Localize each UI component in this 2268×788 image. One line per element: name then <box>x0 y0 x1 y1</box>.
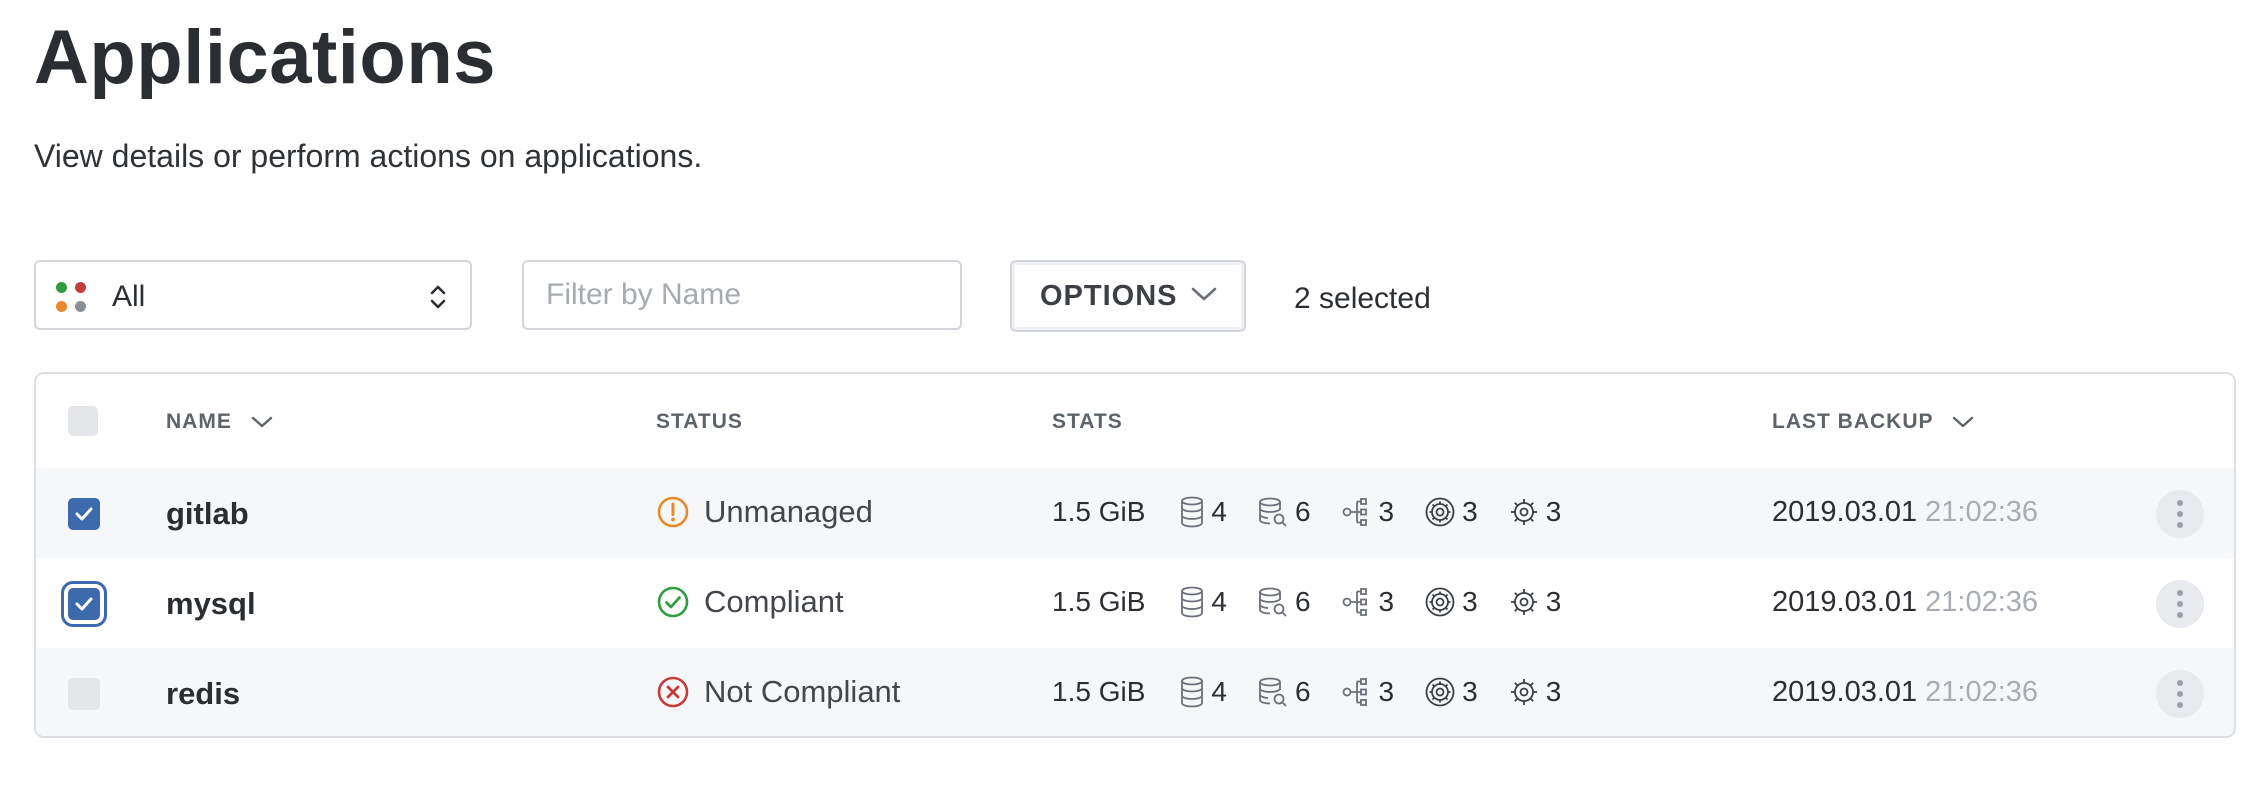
database-icon <box>1181 496 1204 528</box>
status-cell: Not Compliant <box>656 674 900 710</box>
page-subtitle: View details or perform actions on appli… <box>34 138 703 174</box>
snapshots-stat: 6 <box>1257 676 1311 708</box>
gear-circle-icon <box>1425 677 1455 707</box>
gear-icon <box>1510 679 1537 705</box>
pods-stat: 3 <box>1341 586 1394 618</box>
scope-select-value: All <box>112 280 146 313</box>
resources-stat: 3 <box>1424 676 1478 708</box>
database-search-icon <box>1259 497 1287 527</box>
volumes-stat: 4 <box>1179 496 1227 528</box>
row-actions-kebab-icon[interactable] <box>2156 490 2204 538</box>
storage-size: 1.5 GiB <box>1052 496 1146 527</box>
database-search-icon <box>1259 677 1287 707</box>
checkmark-icon <box>75 507 93 521</box>
last-backup: 2019.03.01 21:02:36 <box>1772 676 2039 708</box>
stats-cell: 1.5 GiB 4 6 3 3 3 <box>1052 496 1591 528</box>
storage-size: 1.5 GiB <box>1052 676 1146 707</box>
database-icon <box>1181 586 1204 618</box>
table-row[interactable]: redis Not Compliant 1.5 GiB 4 6 3 3 3 20… <box>36 648 2234 736</box>
filter-by-name-input[interactable] <box>522 260 962 330</box>
database-search-icon <box>1259 587 1287 617</box>
error-circle-icon <box>657 676 689 708</box>
storage-size: 1.5 GiB <box>1052 586 1146 617</box>
gear-icon <box>1510 589 1537 615</box>
last-backup: 2019.03.01 21:02:36 <box>1772 496 2039 528</box>
pods-stat: 3 <box>1341 496 1394 528</box>
table-row[interactable]: mysql Compliant 1.5 GiB 4 6 3 3 3 2019.0… <box>36 558 2234 648</box>
row-actions-kebab-icon[interactable] <box>2156 580 2204 628</box>
column-header-name[interactable]: NAME <box>166 410 273 434</box>
column-header-status: STATUS <box>656 410 743 433</box>
stats-cell: 1.5 GiB 4 6 3 3 3 <box>1052 676 1591 708</box>
status-cell: Compliant <box>656 584 844 620</box>
gear-icon <box>1510 499 1537 525</box>
sort-chevron-down-icon <box>1952 417 1974 428</box>
options-button[interactable]: OPTIONS <box>1010 260 1246 332</box>
hierarchy-icon <box>1342 588 1367 616</box>
checkmark-icon <box>75 597 93 611</box>
gear-circle-icon <box>1425 497 1455 527</box>
row-checkbox[interactable] <box>68 498 100 530</box>
status-text: Unmanaged <box>704 494 873 529</box>
app-name[interactable]: redis <box>166 676 240 712</box>
app-name[interactable]: mysql <box>166 586 256 622</box>
toolbar: All OPTIONS 2 selected <box>34 260 2234 332</box>
volumes-stat: 4 <box>1179 676 1227 708</box>
status-dots-icon <box>56 282 90 316</box>
sort-chevron-down-icon <box>251 417 272 428</box>
gear-circle-icon <box>1425 587 1455 617</box>
table-header: NAME STATUS STATS LAST BACKUP <box>36 374 2234 470</box>
last-backup: 2019.03.01 21:02:36 <box>1772 586 2039 618</box>
row-checkbox[interactable] <box>68 678 100 710</box>
resources-stat: 3 <box>1424 586 1478 618</box>
check-circle-icon <box>657 586 689 618</box>
select-all-checkbox[interactable] <box>68 406 98 436</box>
chevron-down-icon <box>1191 287 1217 301</box>
row-actions-kebab-icon[interactable] <box>2156 670 2204 718</box>
row-checkbox[interactable] <box>61 581 107 627</box>
snapshots-stat: 6 <box>1257 586 1311 618</box>
selected-count: 2 selected <box>1294 282 1431 315</box>
warning-circle-icon <box>657 496 689 528</box>
volumes-stat: 4 <box>1179 586 1227 618</box>
app-name[interactable]: gitlab <box>166 496 249 532</box>
status-cell: Unmanaged <box>656 494 873 530</box>
chevron-up-down-icon <box>430 285 446 309</box>
database-icon <box>1181 676 1204 708</box>
snapshots-stat: 6 <box>1257 496 1311 528</box>
column-header-stats: STATS <box>1052 410 1123 433</box>
applications-table: NAME STATUS STATS LAST BACKUP gitlab Unm… <box>34 372 2236 738</box>
scope-select[interactable]: All <box>34 260 472 330</box>
page-title: Applications <box>34 15 497 100</box>
hierarchy-icon <box>1342 678 1367 706</box>
status-text: Not Compliant <box>704 674 901 709</box>
column-header-last-backup[interactable]: LAST BACKUP <box>1772 410 1974 434</box>
pods-stat: 3 <box>1341 676 1394 708</box>
stats-cell: 1.5 GiB 4 6 3 3 3 <box>1052 586 1591 618</box>
table-row[interactable]: gitlab Unmanaged 1.5 GiB 4 6 3 3 3 2019.… <box>36 468 2234 558</box>
resources-stat: 3 <box>1424 496 1478 528</box>
options-button-label: OPTIONS <box>1040 279 1178 312</box>
hierarchy-icon <box>1342 498 1367 526</box>
configs-stat: 3 <box>1508 496 1561 528</box>
configs-stat: 3 <box>1508 676 1561 708</box>
configs-stat: 3 <box>1508 586 1561 618</box>
status-text: Compliant <box>704 584 844 619</box>
